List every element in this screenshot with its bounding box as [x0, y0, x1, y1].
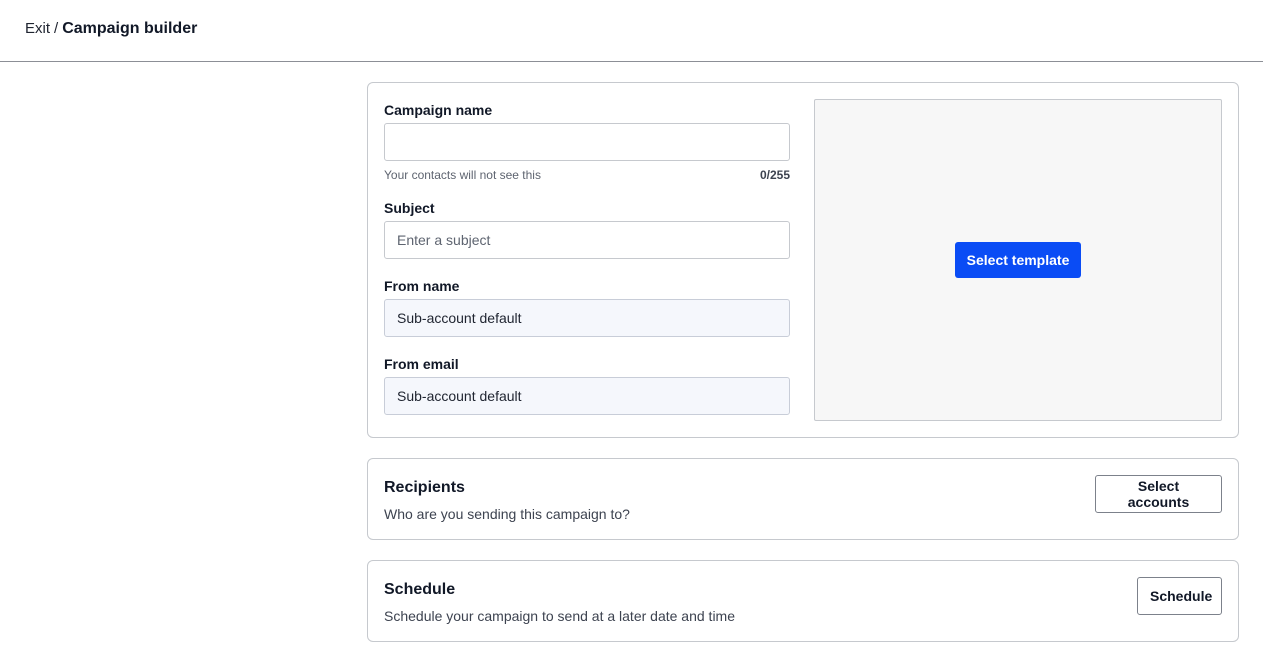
campaign-name-input[interactable]	[384, 123, 790, 161]
select-accounts-button[interactable]: Select accounts	[1095, 475, 1222, 513]
subject-input[interactable]	[384, 221, 790, 259]
campaign-name-hint: Your contacts will not see this	[384, 168, 541, 182]
schedule-description: Schedule your campaign to send at a late…	[384, 608, 735, 624]
from-email-field[interactable]	[384, 377, 790, 415]
exit-link[interactable]: Exit	[25, 20, 50, 37]
recipients-description: Who are you sending this campaign to?	[384, 506, 630, 522]
from-name-field[interactable]	[384, 299, 790, 337]
recipients-title: Recipients	[384, 479, 465, 496]
subject-label: Subject	[384, 200, 435, 216]
schedule-button[interactable]: Schedule	[1137, 577, 1222, 615]
recipients-card: Recipients Who are you sending this camp…	[367, 458, 1239, 540]
campaign-name-label: Campaign name	[384, 102, 493, 118]
breadcrumb: Exit / Campaign builder	[25, 19, 197, 39]
schedule-card: Schedule Schedule your campaign to send …	[367, 560, 1239, 642]
select-template-button[interactable]: Select template	[955, 242, 1081, 278]
from-name-label: From name	[384, 278, 460, 294]
breadcrumb-separator: /	[54, 20, 59, 37]
campaign-name-counter: 0/255	[759, 168, 790, 182]
template-preview: Select template	[814, 99, 1222, 421]
schedule-title: Schedule	[384, 581, 456, 598]
from-email-label: From email	[384, 356, 459, 372]
top-bar: Exit / Campaign builder	[0, 0, 1263, 62]
campaign-details-card: Campaign name Your contacts will not see…	[367, 82, 1239, 438]
page-title: Campaign builder	[62, 20, 198, 37]
